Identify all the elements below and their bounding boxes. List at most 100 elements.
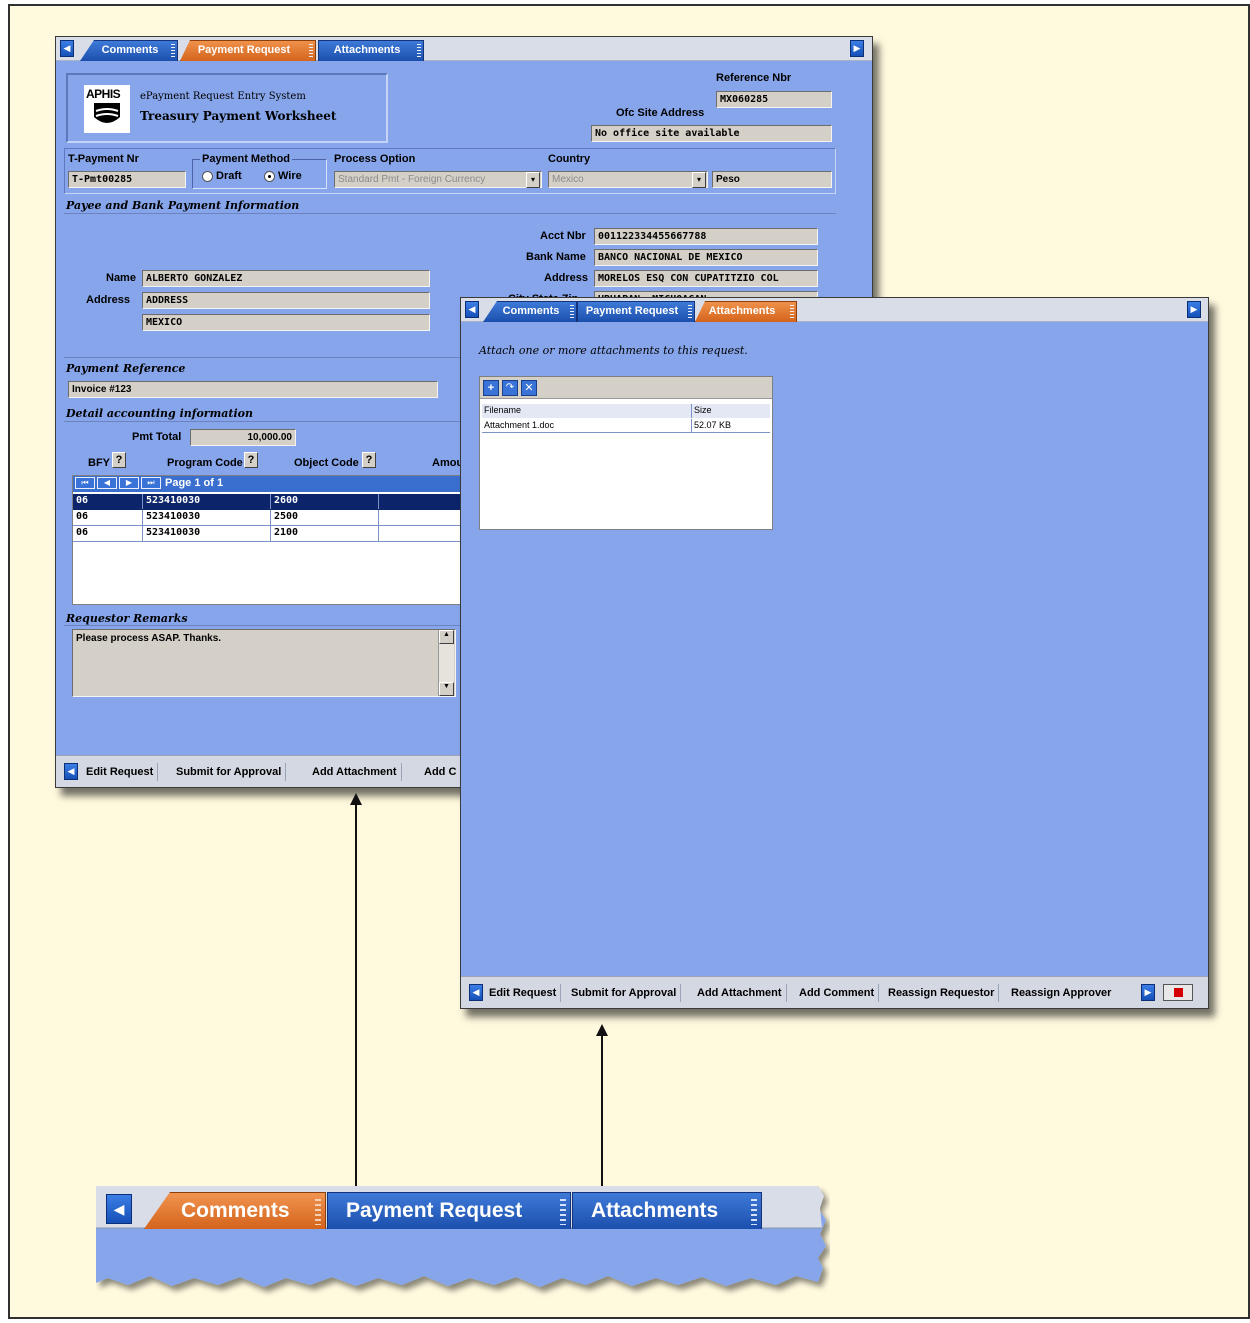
- table-row[interactable]: 06 523410030 2100: [73, 526, 511, 542]
- bfy-help-button[interactable]: ?: [112, 452, 126, 468]
- tab-scroll-left-button[interactable]: ◀: [465, 301, 479, 318]
- tab-scroll-left-button[interactable]: ◀: [60, 40, 74, 57]
- attachment-filename: Attachment 1.doc: [482, 419, 692, 433]
- tpayment-label: T-Payment Nr: [68, 153, 139, 165]
- amount-label: Amou: [432, 457, 464, 469]
- bfy-label: BFY: [88, 457, 110, 469]
- tab-payment-request[interactable]: Payment Request: [577, 301, 695, 322]
- remarks-scrollbar[interactable]: ▲ ▼: [438, 630, 454, 696]
- wire-radio-label: Wire: [278, 170, 302, 182]
- bank-name-label: Bank Name: [526, 251, 586, 263]
- payment-method-label: Payment Method: [200, 153, 293, 165]
- tab-attachments[interactable]: Attachments: [318, 40, 424, 61]
- add-attachment-button[interactable]: Add Attachment: [308, 763, 402, 781]
- stop-icon[interactable]: [1163, 984, 1193, 1001]
- edit-request-button[interactable]: Edit Request: [82, 763, 159, 781]
- toolbar-scroll-left-button[interactable]: ◀: [64, 763, 78, 780]
- wire-radio[interactable]: [264, 171, 275, 182]
- country-select[interactable]: Mexico: [548, 171, 708, 188]
- tab-comments[interactable]: Comments: [144, 1192, 326, 1229]
- add-attachment-button[interactable]: Add Attachment: [693, 984, 787, 1002]
- tab-scroll-right-button[interactable]: ▶: [850, 40, 864, 57]
- bank-name-field[interactable]: BANCO NACIONAL DE MEXICO: [594, 249, 818, 266]
- column-header-size[interactable]: Size: [692, 404, 770, 418]
- object-code-label: Object Code: [294, 457, 359, 469]
- tab-payment-request[interactable]: Payment Request: [327, 1192, 571, 1229]
- shield-icon: [94, 103, 120, 123]
- attachments-list-panel: + ↷ ✕ Filename Size Attachment 1.doc 52.…: [479, 376, 773, 530]
- table-row[interactable]: 06 523410030 2500: [73, 510, 511, 526]
- process-option-select[interactable]: Standard Pmt - Foreign Currency: [334, 171, 542, 188]
- column-header-filename[interactable]: Filename: [482, 404, 692, 418]
- scroll-down-icon[interactable]: ▼: [439, 682, 454, 696]
- tab-bar: ◀ Comments Payment Request Attachments ▶: [56, 37, 872, 61]
- tab-scroll-right-button[interactable]: ▶: [1187, 301, 1201, 318]
- reassign-requestor-button[interactable]: Reassign Requestor: [884, 984, 1000, 1002]
- table-row[interactable]: 06 523410030 2600: [73, 494, 511, 510]
- remarks-textarea[interactable]: Please process ASAP. Thanks.: [72, 629, 456, 697]
- section-divider: [64, 213, 836, 214]
- payment-reference-title: Payment Reference: [66, 362, 186, 375]
- attach-instruction: Attach one or more attachments to this r…: [479, 344, 748, 357]
- payee-address-line2[interactable]: MEXICO: [142, 314, 430, 331]
- delete-file-icon[interactable]: ✕: [521, 380, 537, 396]
- add-comment-button[interactable]: Add Comment: [795, 984, 880, 1002]
- first-page-icon[interactable]: ⏮: [75, 477, 95, 489]
- prev-page-icon[interactable]: ◀: [97, 477, 117, 489]
- next-page-icon[interactable]: ▶: [119, 477, 139, 489]
- payment-reference-field[interactable]: Invoice #123: [68, 381, 438, 398]
- tab-attachments[interactable]: Attachments: [695, 301, 797, 322]
- remarks-section-title: Requestor Remarks: [66, 612, 188, 625]
- acct-nbr-label: Acct Nbr: [540, 230, 586, 242]
- attachments-window: ◀ Comments Payment Request Attachments ▶…: [460, 297, 1209, 1009]
- tab-comments[interactable]: Comments: [80, 40, 178, 61]
- tab-comments[interactable]: Comments: [483, 301, 577, 322]
- scroll-up-icon[interactable]: ▲: [439, 630, 454, 644]
- add-comment-button[interactable]: Add C: [420, 763, 460, 781]
- payee-name-field[interactable]: ALBERTO GONZALEZ: [142, 270, 430, 287]
- currency-field: Peso: [712, 171, 832, 188]
- arrow-to-main-window: [355, 805, 357, 1190]
- tab-bar: ◀ Comments Payment Request Attachments ▶: [461, 298, 1208, 322]
- payee-address-line1[interactable]: ADDRESS: [142, 292, 430, 309]
- attachments-toolbar: + ↷ ✕: [480, 377, 772, 399]
- page-indicator: Page 1 of 1: [165, 477, 224, 489]
- reference-nbr-label: Reference Nbr: [716, 72, 792, 84]
- submit-for-approval-button[interactable]: Submit for Approval: [567, 984, 682, 1002]
- attachment-size: 52.07 KB: [694, 420, 732, 430]
- chevron-down-icon[interactable]: ▾: [692, 172, 706, 188]
- submit-for-approval-button[interactable]: Submit for Approval: [172, 763, 287, 781]
- toolbar-scroll-left-button[interactable]: ◀: [469, 984, 483, 1001]
- app-header-box: APHIS ePayment Request Entry System Trea…: [66, 73, 388, 143]
- list-item[interactable]: Attachment 1.doc 52.07 KB: [482, 419, 770, 433]
- draft-radio[interactable]: [202, 171, 213, 182]
- program-code-help-button[interactable]: ?: [244, 452, 258, 468]
- arrow-to-attach-window: [601, 1036, 603, 1190]
- ofc-site-field[interactable]: No office site available: [591, 125, 832, 142]
- add-file-icon[interactable]: +: [483, 380, 499, 396]
- program-code-label: Program Code: [167, 457, 243, 469]
- object-code-help-button[interactable]: ?: [362, 452, 376, 468]
- bank-address-field[interactable]: MORELOS ESQ CON CUPATITZIO COL: [594, 270, 818, 287]
- edit-request-button[interactable]: Edit Request: [485, 984, 562, 1002]
- tab-payment-request[interactable]: Payment Request: [180, 40, 316, 61]
- replace-file-icon[interactable]: ↷: [502, 380, 518, 396]
- toolbar-scroll-right-button[interactable]: ▶: [1141, 984, 1155, 1001]
- acct-nbr-field[interactable]: 001122334455667788: [594, 228, 818, 245]
- attachments-header: Filename Size: [482, 404, 770, 418]
- reference-nbr-field[interactable]: MX060285: [716, 91, 832, 108]
- tpayment-field[interactable]: T-Pmt00285: [68, 171, 186, 188]
- tab-attachments[interactable]: Attachments: [572, 1192, 762, 1229]
- arrowhead-up-icon: [350, 793, 362, 805]
- last-page-icon[interactable]: ⏭: [141, 477, 161, 489]
- tab-scroll-left-button[interactable]: ◀: [106, 1194, 132, 1224]
- chevron-down-icon[interactable]: ▾: [526, 172, 540, 188]
- pmt-total-label: Pmt Total: [132, 431, 182, 443]
- pmt-total-field: 10,000.00: [190, 429, 296, 446]
- reassign-approver-button[interactable]: Reassign Approver: [1007, 984, 1115, 1002]
- country-label: Country: [548, 153, 591, 165]
- payee-address-label: Address: [86, 294, 131, 306]
- process-option-label: Process Option: [334, 153, 416, 165]
- aphis-logo: APHIS: [84, 85, 130, 133]
- ofc-site-label: Ofc Site Address: [616, 107, 705, 119]
